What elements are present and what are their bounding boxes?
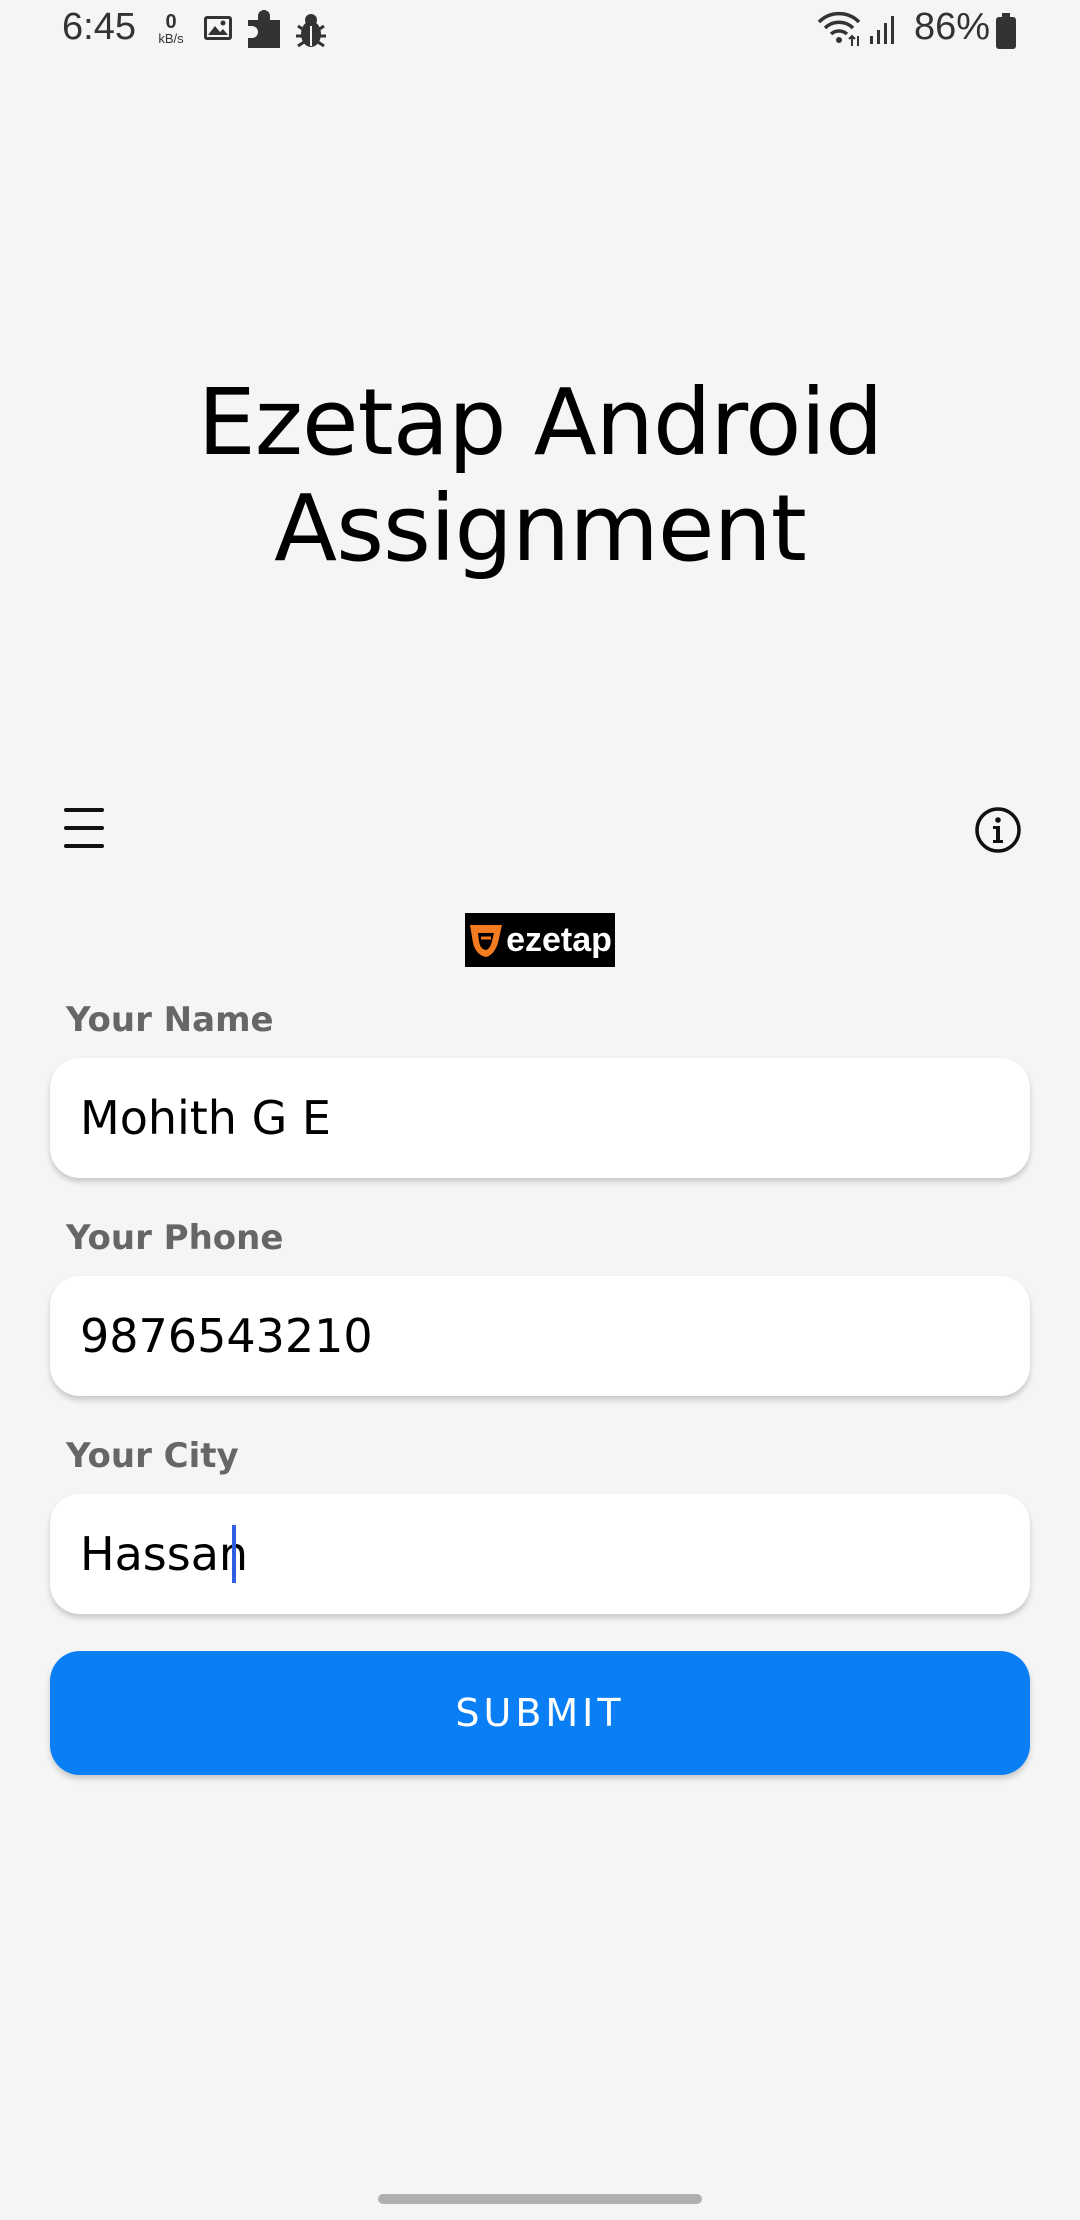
menu-button[interactable] xyxy=(60,806,108,850)
phone-field-container xyxy=(50,1276,1030,1396)
page-title: Ezetap Android Assignment xyxy=(0,370,1080,582)
phone-label: Your Phone xyxy=(66,1218,284,1258)
ezetap-logo: ezetap xyxy=(465,913,615,967)
city-field[interactable] xyxy=(80,1494,1000,1614)
info-icon[interactable] xyxy=(974,806,1022,854)
hamburger-menu-icon-bar xyxy=(64,826,104,830)
bug-icon xyxy=(296,14,326,48)
home-indicator[interactable] xyxy=(378,2194,702,2204)
name-label: Your Name xyxy=(66,1000,274,1040)
status-time: 6:45 xyxy=(62,6,136,48)
name-field-container xyxy=(50,1058,1030,1178)
name-field[interactable] xyxy=(80,1058,1000,1178)
submit-button[interactable]: SUBMIT xyxy=(50,1651,1030,1775)
page-title-line2: Assignment xyxy=(274,475,807,582)
page-title-line1: Ezetap Android xyxy=(197,369,884,476)
phone-field[interactable] xyxy=(80,1276,1000,1396)
network-speed: 0 kB/s xyxy=(154,12,188,45)
ezetap-logo-text: ezetap xyxy=(506,920,612,959)
hamburger-menu-icon-bar xyxy=(64,844,104,848)
battery-icon xyxy=(996,13,1016,49)
text-cursor xyxy=(232,1525,236,1583)
battery-percent: 86% xyxy=(913,6,990,48)
city-label: Your City xyxy=(66,1436,239,1476)
city-field-container xyxy=(50,1494,1030,1614)
wifi-icon xyxy=(817,11,861,46)
hamburger-menu-icon-bar xyxy=(64,808,104,812)
status-bar: 6:45 0 kB/s 86% xyxy=(0,0,1080,64)
network-speed-value: 0 xyxy=(165,11,177,33)
network-speed-unit: kB/s xyxy=(158,31,184,46)
ezetap-logo-mark-icon xyxy=(470,925,503,957)
puzzle-icon xyxy=(248,10,280,48)
image-icon xyxy=(204,16,232,40)
signal-icon xyxy=(870,16,894,44)
